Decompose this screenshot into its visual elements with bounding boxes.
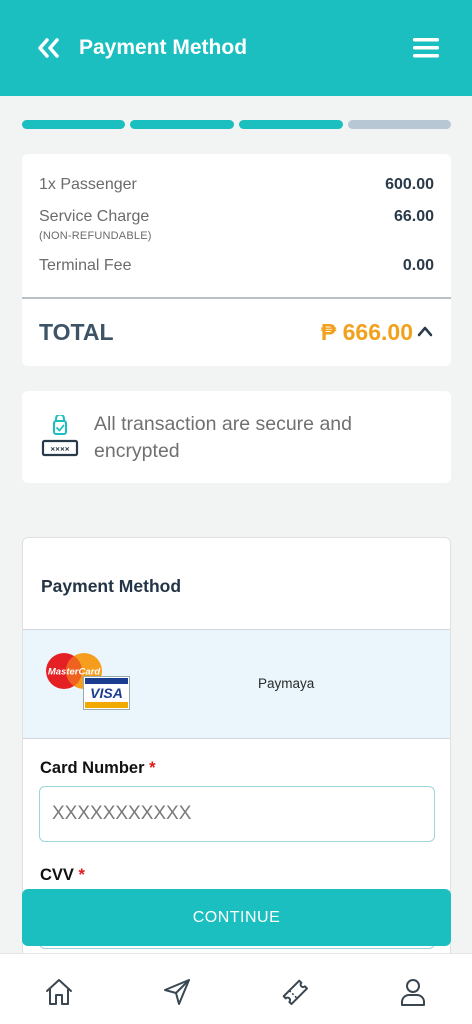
page-title: Payment Method — [79, 36, 248, 59]
card-number-label: Card Number * — [40, 758, 156, 778]
nav-tickets[interactable] — [279, 976, 311, 1008]
payment-option-paymaya[interactable]: MasterCard VISA Paymaya — [23, 630, 450, 739]
ticket-icon — [282, 979, 309, 1006]
progress-step-4 — [348, 120, 451, 129]
summary-item-sublabel: (NON-REFUNDABLE) — [39, 230, 152, 242]
divider — [22, 297, 451, 299]
section-title: Payment Method — [41, 576, 182, 596]
security-message: All transaction are secure and encrypted — [94, 413, 352, 462]
lock-password-icon: ×××× — [41, 415, 79, 457]
progress-step-1 — [22, 120, 125, 129]
app-header: Payment Method — [0, 0, 472, 96]
step-progress — [22, 120, 451, 129]
nav-send[interactable] — [161, 976, 193, 1008]
hamburger-menu-icon — [413, 38, 439, 58]
cvv-label: CVV * — [40, 865, 85, 885]
progress-step-3 — [239, 120, 343, 129]
chevron-up-icon — [417, 326, 433, 337]
total-value: ₱ 666.00 — [320, 319, 413, 345]
required-mark: * — [78, 866, 85, 884]
continue-button[interactable]: CONTINUE — [22, 889, 451, 946]
summary-item-label: Service Charge — [39, 208, 150, 225]
total-label: TOTAL — [39, 319, 114, 345]
summary-item-value: 66.00 — [393, 208, 434, 225]
summary-item-value: 0.00 — [402, 257, 434, 274]
send-icon — [164, 979, 190, 1005]
fare-summary-card: 1x Passenger 600.00 Service Charge (NON-… — [22, 154, 451, 366]
double-chevron-left-icon — [38, 38, 59, 58]
summary-item-value: 600.00 — [385, 176, 434, 193]
summary-item-label: Terminal Fee — [39, 257, 132, 274]
nav-profile[interactable] — [397, 976, 429, 1008]
menu-button[interactable] — [412, 36, 440, 60]
progress-step-2 — [130, 120, 234, 129]
home-icon — [46, 979, 72, 1005]
cvv-label-text: CVV — [40, 866, 74, 884]
security-notice: ×××× All transaction are secure and encr… — [22, 391, 451, 483]
card-number-label-text: Card Number — [40, 759, 145, 777]
visa-text: VISA — [90, 685, 123, 701]
collapse-summary-button[interactable] — [417, 324, 433, 338]
card-number-input[interactable] — [39, 786, 435, 842]
user-icon — [401, 979, 425, 1006]
nav-home[interactable] — [43, 976, 75, 1008]
visa-logo: VISA — [83, 676, 130, 710]
svg-text:××××: ×××× — [50, 445, 69, 454]
summary-item-label: 1x Passenger — [39, 176, 137, 193]
back-button[interactable] — [36, 36, 62, 60]
required-mark: * — [149, 759, 156, 777]
bottom-nav — [0, 953, 472, 1024]
payment-option-label: Paymaya — [258, 676, 315, 691]
